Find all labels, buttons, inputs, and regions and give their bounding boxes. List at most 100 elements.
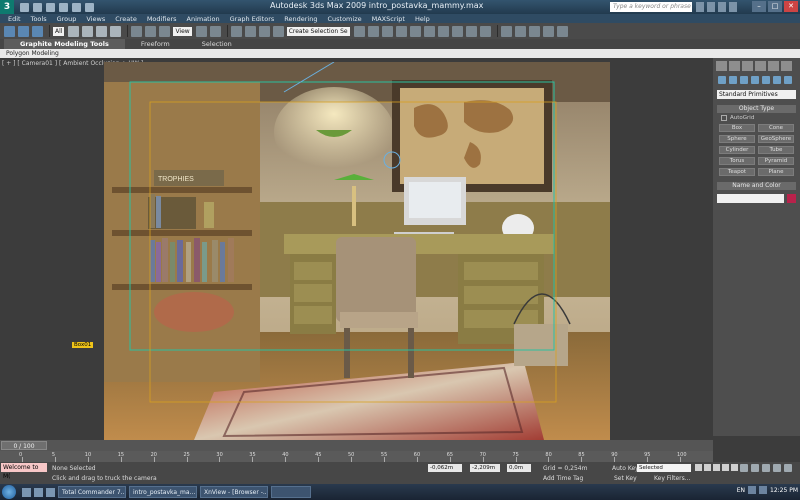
redo-icon[interactable] [72,2,81,12]
space-warps-icon[interactable] [773,76,781,84]
window-crossing-icon[interactable] [110,25,122,37]
go-to-end-icon[interactable] [731,464,738,471]
torus-button[interactable]: Torus [719,157,755,165]
modify-tab-icon[interactable] [729,61,740,71]
object-name-field[interactable] [717,194,784,203]
menu-views[interactable]: Views [86,15,105,23]
x-coordinate-field[interactable]: -0,062m [428,464,462,472]
menu-group[interactable]: Group [57,15,77,23]
axis-constraint-cycle-icon[interactable] [556,25,568,37]
spinner-snap-icon[interactable] [272,25,284,37]
reference-coordinate-select[interactable]: View [173,26,192,36]
track-bar[interactable]: 0 5 10 15 20 25 30 35 40 45 50 55 60 65 70 75 80 85 90 95 10… [0,451,713,462]
maximize-viewport-icon[interactable] [773,464,781,472]
percent-snap-icon[interactable] [258,25,270,37]
select-manipulate-icon[interactable] [209,25,221,37]
menu-rendering[interactable]: Rendering [284,15,317,23]
geometry-icon[interactable] [718,76,726,84]
taskbar-item-3dsmax[interactable]: intro_postavka_ma... [129,486,197,498]
camera-viewport[interactable]: TROPHIES [104,62,610,440]
layer-manager-icon[interactable] [381,25,393,37]
bind-space-warp-icon[interactable] [32,25,43,37]
box-button[interactable]: Box [719,124,755,132]
z-coordinate-field[interactable]: 0,0m [507,464,531,472]
curve-editor-icon[interactable] [409,25,421,37]
align-icon[interactable] [367,25,379,37]
help-icon[interactable] [729,2,737,12]
systems-icon[interactable] [784,76,792,84]
schematic-view-icon[interactable] [423,25,435,37]
angle-snap-icon[interactable] [244,25,256,37]
rectangular-selection-icon[interactable] [96,25,108,37]
subscription-icon[interactable] [707,2,715,12]
create-tab-icon[interactable] [716,61,727,71]
lights-icon[interactable] [740,76,748,84]
time-slider-thumb[interactable]: 0 / 100 [1,441,47,450]
cameras-icon[interactable] [751,76,759,84]
maximize-button[interactable]: □ [768,1,782,12]
menu-animation[interactable]: Animation [187,15,220,23]
orbit-icon[interactable] [762,464,770,472]
render-production-icon[interactable] [479,25,491,37]
search-icon[interactable] [696,2,704,12]
pyramid-button[interactable]: Pyramid [758,157,794,165]
link-icon[interactable] [4,25,15,37]
cylinder-button[interactable]: Cylinder [719,146,755,154]
x-axis-constraint-icon[interactable] [500,25,512,37]
snaps-toggle-icon[interactable] [230,25,242,37]
taskbar-item-blank[interactable] [271,486,311,498]
menu-tools[interactable]: Tools [31,15,47,23]
zoom-icon[interactable] [740,464,748,472]
go-to-start-icon[interactable] [695,464,702,471]
tube-button[interactable]: Tube [758,146,794,154]
quick-launch-browser-icon[interactable] [34,487,43,497]
y-coordinate-field[interactable]: -2,209m [470,464,500,472]
language-indicator[interactable]: EN [737,487,745,494]
cone-button[interactable]: Cone [758,124,794,132]
open-file-icon[interactable] [33,2,42,12]
geosphere-button[interactable]: GeoSphere [758,135,794,143]
minimize-button[interactable]: – [752,1,766,12]
autogrid-checkbox[interactable] [721,115,727,121]
key-mode-select[interactable]: Selected [637,464,691,472]
start-button[interactable] [2,485,16,499]
volume-icon[interactable] [759,486,767,494]
named-selection-set-select[interactable]: Create Selection Se [286,26,350,36]
y-axis-constraint-icon[interactable] [514,25,526,37]
taskbar-item-xnview[interactable]: XnView - [Browser -... [200,486,268,498]
graphite-toggle-icon[interactable] [395,25,407,37]
menu-create[interactable]: Create [115,15,137,23]
material-editor-icon[interactable] [437,25,449,37]
mirror-icon[interactable] [353,25,365,37]
rendered-frame-icon[interactable] [465,25,477,37]
key-filters-button[interactable]: Key Filters... [654,475,691,482]
next-frame-icon[interactable] [722,464,729,471]
help-search-input[interactable]: Type a keyword or phrase [610,2,692,12]
helpers-icon[interactable] [762,76,770,84]
select-object-icon[interactable] [68,25,80,37]
network-icon[interactable] [748,486,756,494]
z-axis-constraint-icon[interactable] [528,25,540,37]
maxscript-listener[interactable]: Welcome to M( [1,463,47,480]
taskbar-item-total-commander[interactable]: Total Commander 7... [58,486,126,498]
pan-icon[interactable] [784,464,792,472]
menu-modifiers[interactable]: Modifiers [147,15,177,23]
time-slider[interactable]: 0 / 100 [0,440,713,451]
tab-selection[interactable]: Selection [186,39,248,49]
motion-tab-icon[interactable] [755,61,766,71]
name-and-color-rollout[interactable]: Name and Color [717,182,796,190]
quick-launch-media-icon[interactable] [46,487,55,497]
selection-filter-select[interactable]: All [53,26,65,36]
menu-edit[interactable]: Edit [8,15,21,23]
plane-button[interactable]: Plane [758,168,794,176]
object-color-swatch[interactable] [787,194,796,203]
teapot-button[interactable]: Teapot [719,168,755,176]
display-tab-icon[interactable] [768,61,779,71]
rotate-icon[interactable] [145,25,157,37]
project-folder-icon[interactable] [85,2,94,12]
utilities-tab-icon[interactable] [781,61,792,71]
zoom-all-icon[interactable] [751,464,759,472]
menu-graph-editors[interactable]: Graph Editors [230,15,275,23]
primitive-type-select[interactable]: Standard Primitives [717,90,796,99]
add-time-tag-button[interactable]: Add Time Tag [543,475,583,482]
